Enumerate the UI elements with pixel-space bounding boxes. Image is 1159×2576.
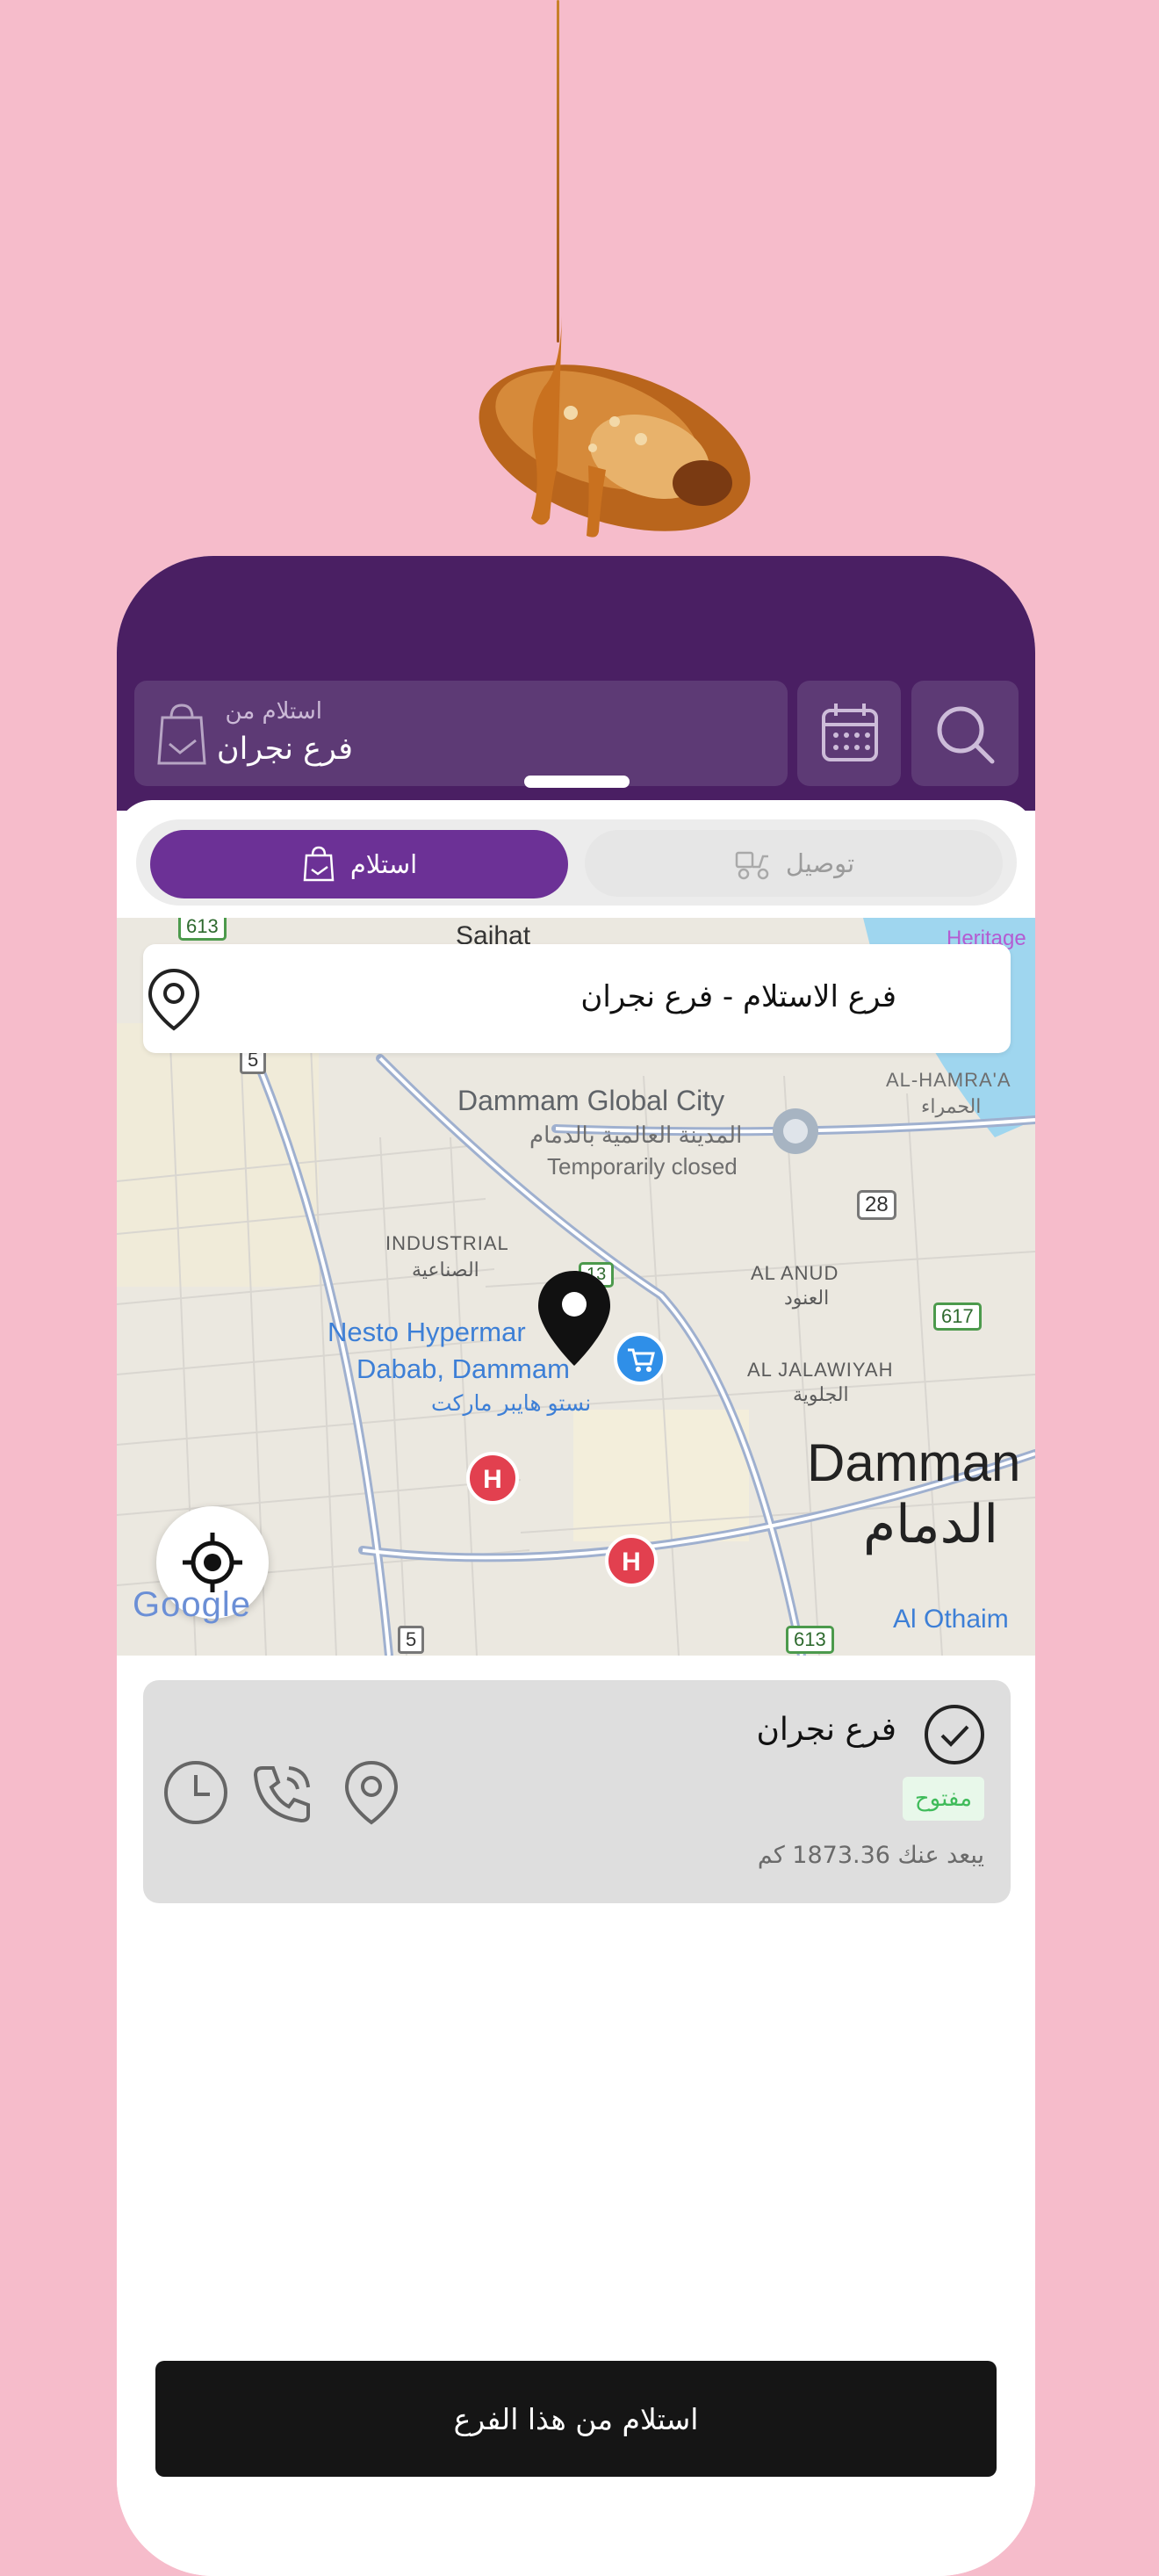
location-pin-icon (148, 968, 200, 1031)
branch-card[interactable]: فرع نجران مفتوح يبعد عنك 1873.36 كم (143, 1680, 1011, 1903)
map-label: Nesto Hypermar (328, 1317, 526, 1347)
hospital-icon: H (466, 1452, 519, 1504)
map-label: Damman (807, 1433, 1021, 1492)
calendar-icon (822, 704, 878, 761)
hospital-icon: H (605, 1534, 658, 1587)
schedule-button[interactable] (797, 681, 901, 786)
svg-text:H: H (483, 1465, 502, 1494)
phone-icon[interactable] (250, 1759, 317, 1826)
map-label: Temporarily closed (547, 1153, 738, 1180)
header-bar: استلام من فرع نجران (117, 556, 1035, 811)
map-label: الصناعية (412, 1259, 479, 1281)
map-label: 28 (857, 1190, 896, 1220)
status-badge: مفتوح (902, 1777, 984, 1821)
tab-delivery[interactable]: توصيل (585, 830, 1003, 897)
map-label: الحمراء (921, 1095, 982, 1117)
bag-icon (157, 704, 206, 765)
bag-icon (303, 846, 335, 882)
map-label: AL-HAMRA'A (886, 1069, 1011, 1091)
branch-map[interactable]: 613 Saihat Heritage 5 Dammam Global City… (117, 918, 1035, 1656)
map-label: العنود (784, 1287, 830, 1309)
tab-delivery-label: توصيل (785, 848, 855, 878)
map-label: المدينة العالمية بالدمام (529, 1122, 743, 1148)
map-label: 617 (933, 1302, 982, 1331)
search-icon (937, 706, 995, 764)
delivery-icon (735, 851, 769, 880)
map-label: 613 (178, 918, 227, 941)
honey-drip-decoration (557, 0, 559, 343)
pickup-from-branch-label: استلام من هذا الفرع (453, 2401, 699, 2436)
tab-pickup[interactable]: استلام (150, 830, 568, 898)
map-label: 613 (786, 1626, 834, 1654)
map-label: 5 (398, 1626, 425, 1654)
shopping-cart-icon (614, 1332, 666, 1385)
pickup-branch-banner: فرع الاستلام - فرع نجران (143, 944, 1011, 1053)
pickup-from-label: استلام من (225, 698, 322, 725)
map-label: الدمام (863, 1495, 999, 1554)
svg-text:H: H (622, 1548, 641, 1577)
branch-location-pin-icon (538, 1271, 610, 1366)
branch-distance: يبعد عنك 1873.36 كم (757, 1842, 984, 1869)
sheet-drag-handle[interactable] (524, 776, 630, 788)
map-label: AL JALAWIYAH (747, 1359, 894, 1381)
order-type-toggle: توصيل استلام (136, 819, 1017, 906)
location-pin-icon[interactable] (338, 1759, 405, 1826)
map-label: AL ANUD (751, 1262, 839, 1284)
pickup-branch-name: فرع نجران (216, 732, 353, 767)
map-label: نستو هايبر ماركت (431, 1391, 592, 1416)
check-circle-icon (925, 1705, 984, 1764)
tab-pickup-label: استلام (349, 849, 418, 879)
map-label: Al Othaim (893, 1605, 1009, 1634)
clock-icon[interactable] (162, 1759, 229, 1826)
map-label: الجلوية (793, 1383, 849, 1405)
google-logo: Google (133, 1585, 251, 1624)
map-label: INDUSTRIAL (385, 1232, 509, 1254)
pastry-illustration (479, 316, 751, 538)
app-screen: استلام من فرع نجران توصيل استلام 613 Sai… (117, 556, 1035, 2576)
search-button[interactable] (911, 681, 1019, 786)
branch-name: فرع نجران (756, 1712, 896, 1748)
map-label: Dammam Global City (457, 1085, 725, 1116)
pickup-from-branch-button[interactable]: استلام من هذا الفرع (155, 2361, 997, 2477)
pickup-branch-banner-text: فرع الاستلام - فرع نجران (580, 979, 896, 1014)
pickup-branch-selector[interactable]: استلام من فرع نجران (134, 681, 788, 786)
